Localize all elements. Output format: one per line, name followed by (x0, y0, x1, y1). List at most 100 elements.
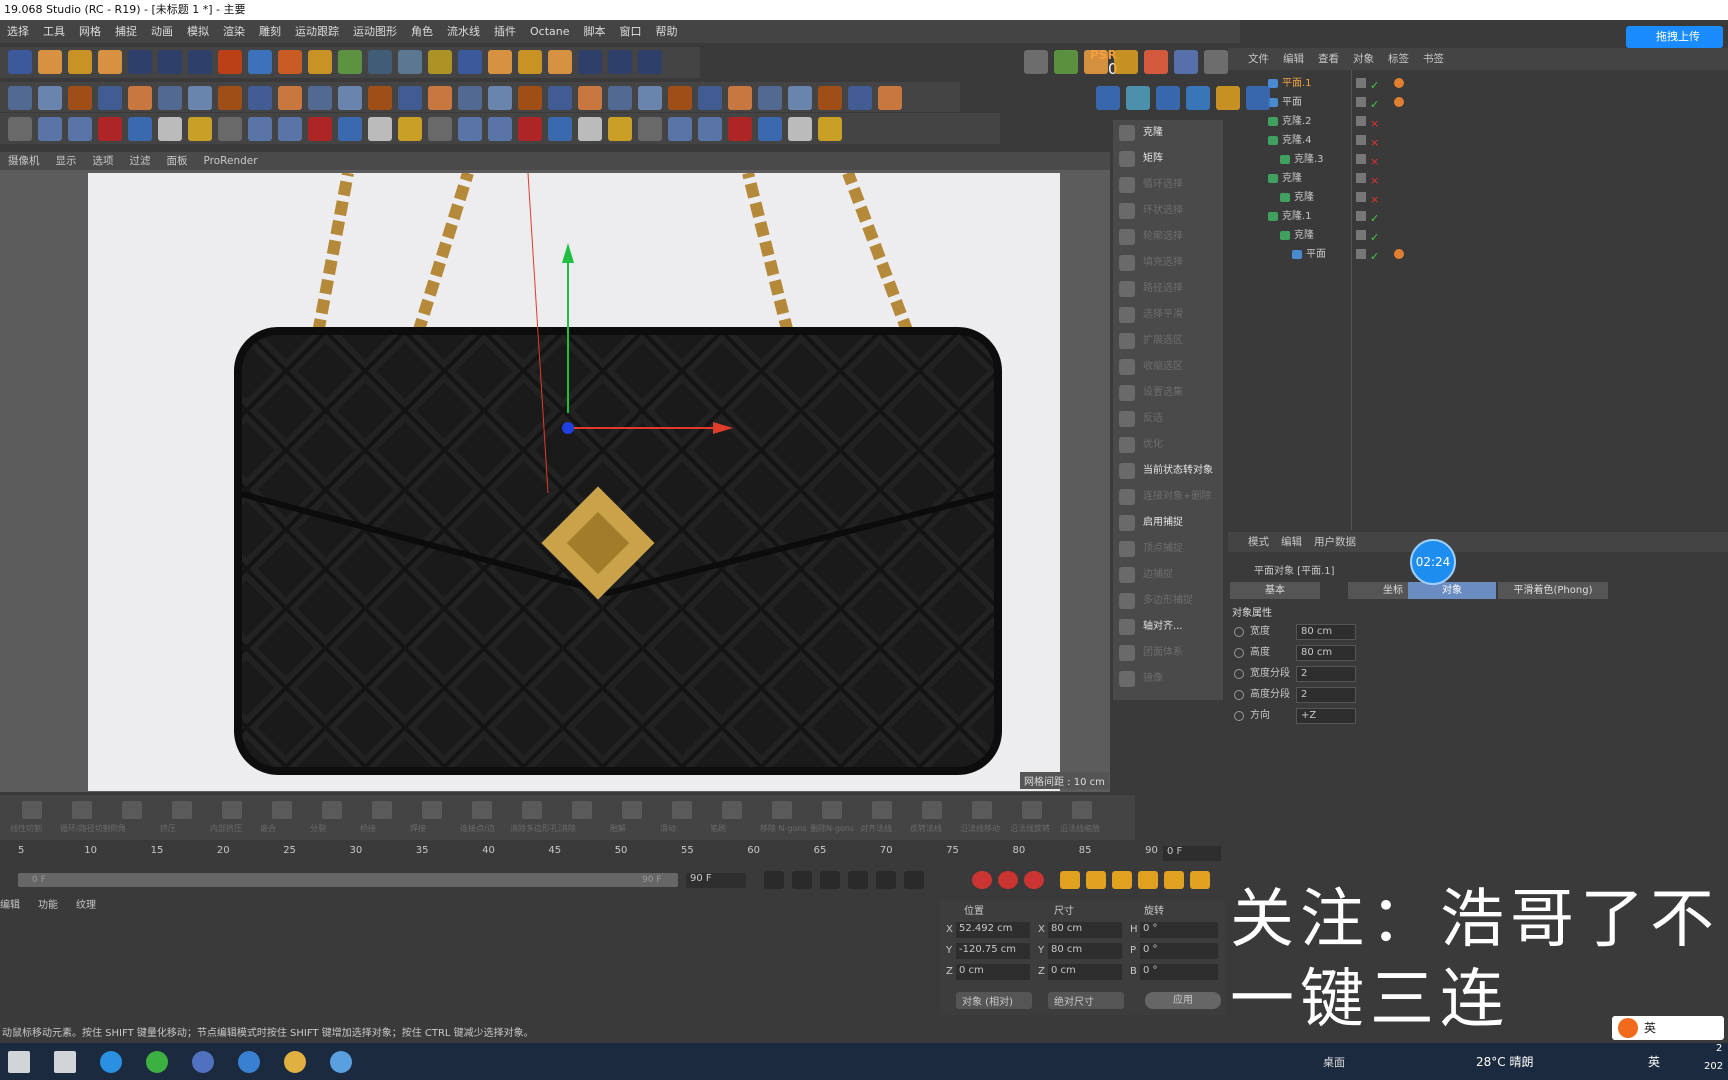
toolbar-tool-icon[interactable] (698, 86, 722, 110)
rotation-field[interactable]: 0 ° (1140, 943, 1218, 959)
toolbar-tool-icon[interactable] (758, 86, 782, 110)
taskbar-app-icon[interactable] (238, 1051, 260, 1073)
toolbar-tool-icon[interactable] (158, 50, 182, 74)
object-row[interactable]: 克隆.1 ✓ (1228, 207, 1728, 226)
toolbar-tool-icon[interactable] (338, 86, 362, 110)
menu-item[interactable]: 渲染 (223, 25, 245, 38)
taskbar-app-icon[interactable] (192, 1051, 214, 1073)
modeling-tool-label[interactable]: 循环/路径切割 (60, 823, 110, 834)
upload-button[interactable]: 拖拽上传 (1626, 26, 1723, 48)
right-tool-item[interactable]: 设置选集 (1113, 380, 1223, 406)
toolbar-tool-icon[interactable] (788, 86, 812, 110)
modeling-tool-label[interactable]: 滑动 (660, 823, 710, 834)
modeling-tool-label[interactable]: 焊接 (410, 823, 460, 834)
record-key-icon[interactable] (1024, 871, 1044, 889)
taskbar-app-icon[interactable] (8, 1051, 30, 1073)
toolbar-tool-icon[interactable] (608, 117, 632, 141)
apply-button[interactable]: 应用 (1145, 992, 1221, 1009)
key-mode-icon[interactable] (1112, 871, 1132, 889)
toolbar-tool-icon[interactable] (428, 50, 452, 74)
menu-item[interactable]: 雕刻 (259, 25, 281, 38)
attribute-tab[interactable]: 对象 (1408, 582, 1496, 599)
viewport-menu-item[interactable]: 面板 (167, 155, 188, 167)
toolbar-tool-icon[interactable] (518, 117, 542, 141)
right-tool-item[interactable]: 轮廓选择 (1113, 224, 1223, 250)
weather-text[interactable]: 28°C 晴朗 (1476, 1053, 1533, 1070)
toolbar-tool-icon[interactable] (638, 117, 662, 141)
toolbar-tool-icon[interactable] (68, 117, 92, 141)
toolbar-tool-icon[interactable] (578, 50, 602, 74)
viewport-menu-item[interactable]: 过滤 (130, 155, 151, 167)
toolbar-tool-icon[interactable] (68, 86, 92, 110)
modeling-tool-label[interactable]: 挤压 (160, 823, 210, 834)
property-value[interactable]: 80 cm (1296, 645, 1356, 661)
right-tool-item[interactable]: 循环选择 (1113, 172, 1223, 198)
toolbar-tool-icon[interactable] (398, 50, 422, 74)
radio-icon[interactable] (1234, 627, 1244, 637)
object-row[interactable]: 平面 ✓ (1228, 93, 1728, 112)
toolbar-tool-icon[interactable] (188, 117, 212, 141)
modeling-tool-label[interactable]: 反转法线 (910, 823, 960, 834)
right-tool-item[interactable]: 环状选择 (1113, 198, 1223, 224)
modeling-tool-label[interactable]: 删除N-gons (810, 823, 860, 834)
right-tool-item[interactable]: 轴对齐... (1113, 614, 1223, 640)
toolbar-tool-icon[interactable] (548, 50, 572, 74)
radio-icon[interactable] (1234, 648, 1244, 658)
toolbar-tool-icon[interactable] (1174, 50, 1198, 74)
object-row[interactable]: 平面 ✓ (1228, 245, 1728, 264)
object-menu-item[interactable]: 文件 (1248, 53, 1269, 65)
toolbar-tool-icon[interactable] (428, 86, 452, 110)
visibility-icon[interactable] (1356, 249, 1366, 259)
toolbar-tool-icon[interactable] (8, 86, 32, 110)
toolbar-tool-icon[interactable] (638, 50, 662, 74)
taskbar-app-icon[interactable] (54, 1051, 76, 1073)
toolbar-tool-icon[interactable] (518, 86, 542, 110)
toolbar-tool-icon[interactable] (308, 86, 332, 110)
menu-item[interactable]: 插件 (494, 25, 516, 38)
tag-icon[interactable] (1394, 78, 1404, 88)
toolbar-tool-icon[interactable] (368, 117, 392, 141)
toolbar-tool-icon[interactable] (488, 117, 512, 141)
toolbar-tool-icon[interactable] (218, 86, 242, 110)
right-tool-item[interactable]: 连接对象+删除 (1113, 484, 1223, 510)
modeling-tool-label[interactable]: 对齐法线 (860, 823, 910, 834)
toolbar-tool-icon[interactable] (248, 117, 272, 141)
size-field[interactable]: 80 cm (1048, 943, 1122, 959)
right-tool-item[interactable]: 多边形捕捉 (1113, 588, 1223, 614)
toolbar-tool-icon[interactable] (278, 50, 302, 74)
position-field[interactable]: -120.75 cm (956, 943, 1030, 959)
right-tool-item[interactable]: 收缩选区 (1113, 354, 1223, 380)
desktop-label[interactable]: 桌面 (1323, 1054, 1345, 1070)
frame-range-slider[interactable]: 0 F 90 F (18, 873, 678, 887)
object-row[interactable]: 克隆.2 × (1228, 112, 1728, 131)
toolbar-tool-icon[interactable] (38, 50, 62, 74)
object-menu-item[interactable]: 对象 (1353, 53, 1374, 65)
toolbar-tool-icon[interactable] (818, 117, 842, 141)
menu-item[interactable]: 帮助 (656, 25, 678, 38)
object-row[interactable]: 克隆 × (1228, 169, 1728, 188)
toolbar-tool-icon[interactable] (728, 86, 752, 110)
toolbar-tool-icon[interactable] (278, 86, 302, 110)
toolbar-tool-icon[interactable] (338, 50, 362, 74)
property-value[interactable]: +Z (1296, 708, 1356, 724)
toolbar-tool-icon[interactable] (848, 86, 872, 110)
tag-icon[interactable] (1394, 97, 1404, 107)
toolbar-tool-icon[interactable] (248, 50, 272, 74)
modeling-tool-label[interactable]: 连接点/边 (460, 823, 510, 834)
toolbar-tool-icon[interactable] (8, 50, 32, 74)
toolbar-tool-icon[interactable] (308, 117, 332, 141)
modeling-tool-label[interactable]: 沿法线移动 (960, 823, 1010, 834)
key-mode-icon[interactable] (1164, 871, 1184, 889)
toolbar-tool-icon[interactable] (218, 117, 242, 141)
viewport-menu-item[interactable]: ProRender (204, 155, 258, 167)
material-menu-item[interactable]: 纹理 (76, 900, 96, 911)
object-menu-item[interactable]: 编辑 (1283, 53, 1304, 65)
toolbar-tool-icon[interactable] (158, 86, 182, 110)
toolbar-tool-icon[interactable] (188, 50, 212, 74)
taskbar-app-icon[interactable] (284, 1051, 306, 1073)
viewport-menu-item[interactable]: 选项 (93, 155, 114, 167)
toolbar-tool-icon[interactable] (278, 117, 302, 141)
toolbar-tool-icon[interactable] (128, 117, 152, 141)
menu-item[interactable]: 网格 (79, 25, 101, 38)
toolbar-tool-icon[interactable] (458, 117, 482, 141)
